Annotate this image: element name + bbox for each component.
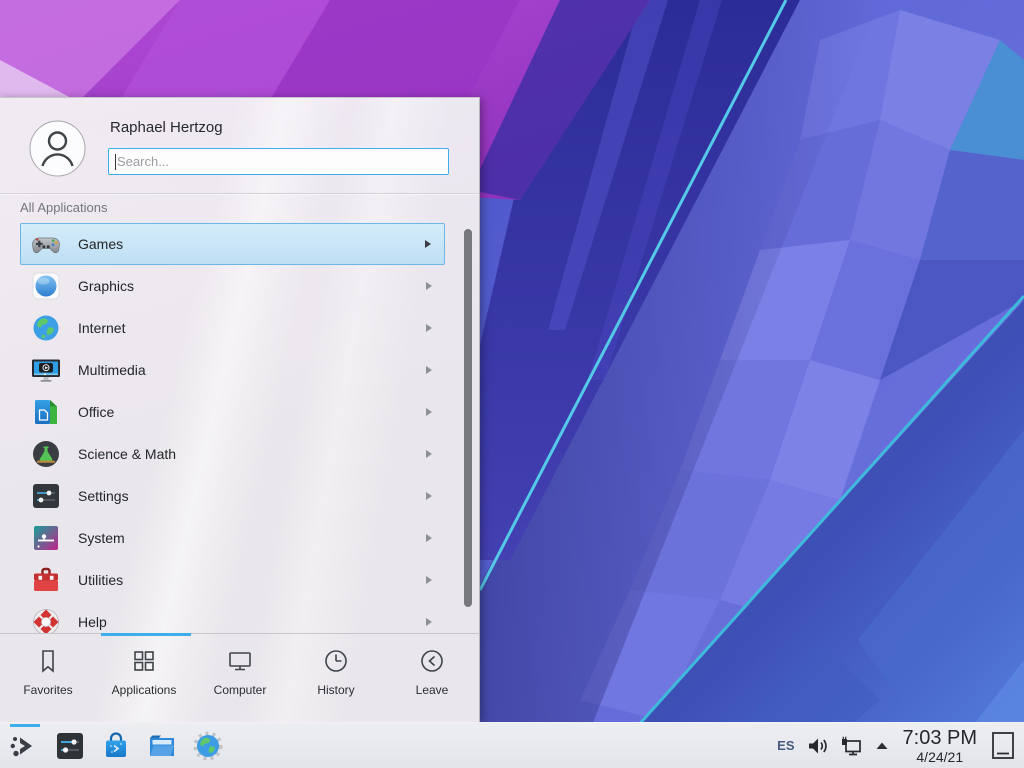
tab-computer[interactable]: Computer — [192, 634, 288, 723]
globe-icon — [30, 312, 62, 344]
desktop: Raphael Hertzog Search... All Applicatio… — [0, 0, 1024, 768]
clock-time: 7:03 PM — [903, 728, 977, 748]
tab-label: Favorites — [23, 683, 72, 697]
gamepad-icon — [30, 228, 62, 260]
category-row-games[interactable]: Games — [20, 223, 445, 265]
tab-history[interactable]: History — [288, 634, 384, 723]
graphics-orb-icon — [30, 270, 62, 302]
category-row-graphics[interactable]: Graphics — [20, 265, 445, 307]
list-scrollbar[interactable] — [464, 229, 472, 607]
system-tray: ES 7:03 PM 4/24/21 — [777, 723, 1024, 768]
section-label: All Applications — [20, 200, 107, 215]
system-settings-icon[interactable] — [54, 730, 86, 762]
help-lifering-icon — [30, 606, 62, 633]
clock-date: 4/24/21 — [916, 750, 963, 764]
category-label: System — [78, 530, 125, 546]
app-grid-icon — [130, 647, 158, 675]
category-row-multimedia[interactable]: Multimedia — [20, 349, 445, 391]
submenu-arrow-icon — [426, 576, 432, 584]
submenu-arrow-icon — [426, 618, 432, 626]
category-label: Internet — [78, 320, 125, 336]
application-launcher-popup: Raphael Hertzog Search... All Applicatio… — [0, 97, 480, 722]
category-label: Office — [78, 404, 114, 420]
user-avatar[interactable] — [29, 120, 86, 177]
category-label: Multimedia — [78, 362, 146, 378]
category-row-office[interactable]: Office — [20, 391, 445, 433]
category-row-science-math[interactable]: Science & Math — [20, 433, 445, 475]
submenu-arrow-icon — [426, 534, 432, 542]
category-label: Games — [78, 236, 123, 252]
monitor-icon — [226, 647, 254, 675]
category-label: Help — [78, 614, 107, 630]
discover-icon[interactable] — [100, 730, 132, 762]
expand-tray-icon[interactable] — [873, 737, 891, 755]
category-row-utilities[interactable]: Utilities — [20, 559, 445, 601]
launcher-active-indicator — [10, 724, 40, 727]
active-tab-indicator — [101, 633, 191, 636]
category-label: Science & Math — [78, 446, 176, 462]
keyboard-layout-indicator[interactable]: ES — [777, 738, 794, 753]
leave-icon — [418, 647, 446, 675]
category-row-internet[interactable]: Internet — [20, 307, 445, 349]
taskbar-panel: ES 7:03 PM 4/24/21 — [0, 722, 1024, 768]
utilities-toolbox-icon — [30, 564, 62, 596]
panel-launchers — [8, 730, 224, 762]
volume-icon[interactable] — [805, 733, 831, 759]
submenu-arrow-icon — [426, 366, 432, 374]
clock-icon — [322, 647, 350, 675]
category-label: Settings — [78, 488, 129, 504]
submenu-arrow-icon — [426, 408, 432, 416]
system-sliders-icon — [30, 522, 62, 554]
tab-label: Leave — [416, 683, 449, 697]
tab-applications[interactable]: Applications — [96, 634, 192, 723]
category-label: Utilities — [78, 572, 123, 588]
multimedia-monitor-icon — [30, 354, 62, 386]
bookmark-icon — [34, 647, 62, 675]
user-name: Raphael Hertzog — [110, 119, 223, 136]
dolphin-folder-icon[interactable] — [146, 730, 178, 762]
submenu-arrow-icon — [426, 450, 432, 458]
header-separator — [0, 193, 479, 194]
category-label: Graphics — [78, 278, 134, 294]
search-placeholder: Search... — [117, 154, 169, 169]
search-input[interactable]: Search... — [108, 148, 449, 175]
category-row-help[interactable]: Help — [20, 601, 445, 633]
office-document-icon — [30, 396, 62, 428]
submenu-arrow-icon — [426, 324, 432, 332]
category-row-system[interactable]: System — [20, 517, 445, 559]
digital-clock[interactable]: 7:03 PM 4/24/21 — [903, 728, 977, 764]
category-row-settings[interactable]: Settings — [20, 475, 445, 517]
submenu-arrow-icon — [425, 240, 431, 248]
tab-label: History — [317, 683, 354, 697]
settings-sliders-icon — [30, 480, 62, 512]
tab-leave[interactable]: Leave — [384, 634, 480, 723]
tab-favorites[interactable]: Favorites — [0, 634, 96, 723]
show-desktop-button[interactable] — [989, 730, 1017, 762]
tab-label: Applications — [112, 683, 177, 697]
category-list: Games Graphics — [0, 223, 480, 633]
submenu-arrow-icon — [426, 492, 432, 500]
browser-globe-icon[interactable] — [192, 730, 224, 762]
kde-launcher-icon[interactable] — [8, 730, 40, 762]
text-cursor — [115, 154, 116, 170]
launcher-tab-bar: Favorites Applications — [0, 633, 480, 723]
science-flask-icon — [30, 438, 62, 470]
network-icon[interactable] — [839, 733, 865, 759]
tab-label: Computer — [214, 683, 267, 697]
submenu-arrow-icon — [426, 282, 432, 290]
